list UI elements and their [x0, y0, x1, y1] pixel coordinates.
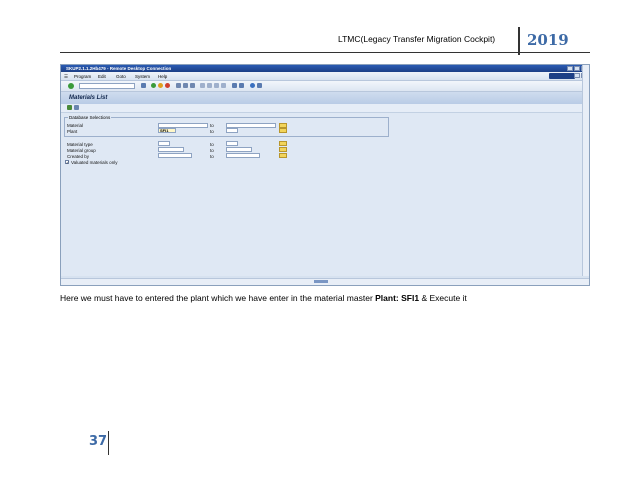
exit-icon[interactable]	[158, 83, 163, 88]
created-by-to-field[interactable]	[226, 153, 260, 158]
group-title: Database Selections	[68, 115, 112, 120]
material-label: Material	[67, 123, 84, 128]
header-divider	[518, 27, 520, 55]
plant-to-field[interactable]	[226, 128, 238, 133]
minimize-button[interactable]	[567, 66, 573, 71]
menu-edit[interactable]: Edit	[98, 74, 106, 79]
material-group-from-field[interactable]	[158, 147, 184, 152]
command-field[interactable]	[79, 83, 135, 89]
created-by-from-field[interactable]	[158, 153, 192, 158]
layout-icon[interactable]	[257, 83, 262, 88]
save-icon[interactable]	[141, 83, 146, 88]
instruction-caption: Here we must have to entered the plant w…	[60, 293, 467, 303]
window-titlebar: SKUP2.1.1.2Hb479 - Remote Desktop Connec…	[61, 65, 589, 72]
shortcut-icon[interactable]	[239, 83, 244, 88]
menu-system[interactable]: System	[135, 74, 150, 79]
valuated-only-label: Valuated materials only	[71, 160, 118, 165]
plant-label: Plant	[67, 129, 78, 134]
page-number: 37	[89, 434, 108, 449]
menu-help[interactable]: Help	[158, 74, 167, 79]
footer-divider	[108, 431, 109, 455]
material-group-to-field[interactable]	[226, 147, 252, 152]
sap-screenshot: SKUP2.1.1.2Hb479 - Remote Desktop Connec…	[60, 64, 590, 286]
help-icon[interactable]	[250, 83, 255, 88]
print-icon[interactable]	[176, 83, 181, 88]
material-group-to-label: to	[210, 148, 214, 153]
caption-text: Here we must have to entered the plant w…	[60, 293, 376, 303]
material-to-label: to	[210, 123, 214, 128]
created-by-label: Created by	[67, 154, 90, 159]
created-by-to-label: to	[210, 154, 214, 159]
cancel-icon[interactable]	[165, 83, 170, 88]
material-type-to-label: to	[210, 142, 214, 147]
material-group-multiple-selection-button[interactable]	[279, 147, 287, 152]
horizontal-scrollbar[interactable]	[61, 278, 589, 285]
new-session-icon[interactable]	[232, 83, 237, 88]
plant-to-label: to	[210, 129, 214, 134]
vertical-scrollbar[interactable]	[582, 65, 589, 277]
plant-from-field[interactable]: SFI1	[158, 128, 176, 133]
material-type-label: Material type	[67, 142, 93, 147]
maximize-button[interactable]	[574, 66, 580, 71]
sap-logo	[549, 73, 575, 79]
next-page-icon[interactable]	[214, 83, 219, 88]
material-group-label: Material group	[67, 148, 96, 153]
material-type-to-field[interactable]	[226, 141, 238, 146]
page-title-bar: Materials List	[61, 92, 589, 104]
previous-page-icon[interactable]	[207, 83, 212, 88]
window-title: SKUP2.1.1.2Hb479 - Remote Desktop Connec…	[66, 66, 172, 71]
menu-bar: ☰ Program Edit Goto System Help	[61, 72, 589, 81]
menu-goto[interactable]: Goto	[116, 74, 126, 79]
menu-icon[interactable]: ☰	[64, 74, 68, 80]
session-minimize-button[interactable]	[574, 73, 580, 78]
caption-text-end: & Execute it	[419, 293, 467, 303]
material-type-from-field[interactable]	[158, 141, 170, 146]
execute-icon[interactable]	[67, 105, 72, 110]
last-page-icon[interactable]	[221, 83, 226, 88]
application-toolbar	[61, 104, 589, 113]
valuated-only-checkbox[interactable]: ✓	[65, 160, 69, 165]
material-type-multiple-selection-button[interactable]	[279, 141, 287, 146]
back-icon[interactable]	[151, 83, 156, 88]
find-icon[interactable]	[183, 83, 188, 88]
find-next-icon[interactable]	[190, 83, 195, 88]
system-toolbar	[61, 81, 589, 92]
page-title: Materials List	[69, 95, 108, 101]
menu-program[interactable]: Program	[74, 74, 91, 79]
caption-plant-emphasis: Plant: SFI1	[375, 293, 420, 303]
header-rule	[60, 52, 590, 53]
enter-icon[interactable]	[68, 83, 74, 89]
plant-multiple-selection-button[interactable]	[279, 128, 287, 133]
document-header-title: LTMC(Legacy Transfer Migration Cockpit)	[338, 34, 496, 44]
first-page-icon[interactable]	[200, 83, 205, 88]
document-header-year: 2019	[527, 31, 569, 49]
get-variant-icon[interactable]	[74, 105, 79, 110]
horizontal-scroll-thumb[interactable]	[314, 280, 328, 283]
created-by-multiple-selection-button[interactable]	[279, 153, 287, 158]
